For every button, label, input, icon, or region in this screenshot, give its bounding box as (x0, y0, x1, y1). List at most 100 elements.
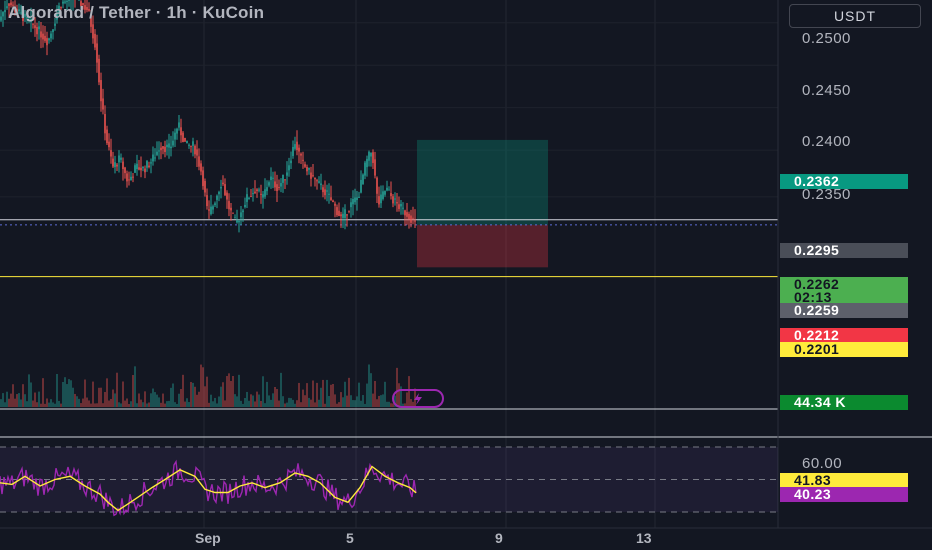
volume-bar (296, 400, 298, 407)
candle-body (68, 0, 70, 1)
candle-body (320, 183, 322, 186)
volume-bar (254, 401, 256, 407)
volume-bar (12, 384, 14, 407)
candle-body (44, 35, 46, 41)
volume-bar (76, 396, 78, 407)
volume-bar (230, 380, 232, 407)
volume-bar (78, 398, 80, 407)
rsi-level-tick: 60.00 (802, 455, 843, 472)
volume-bar (362, 395, 364, 407)
candle-body (294, 144, 296, 149)
volume-bar (282, 396, 284, 407)
volume-bar (110, 398, 112, 407)
candle-body (398, 204, 400, 209)
candle-body (92, 24, 94, 39)
candle-body (106, 129, 108, 144)
candle-body (52, 29, 54, 33)
volume-bar (92, 381, 94, 407)
candle-body (188, 144, 190, 146)
volume-bar (6, 391, 8, 407)
volume-bar (62, 381, 64, 407)
candle-body (258, 189, 260, 191)
volume-bar (96, 403, 98, 407)
candle-body (314, 177, 316, 180)
volume-bar (146, 403, 148, 407)
volume-bar (26, 401, 28, 407)
volume-bar (360, 400, 362, 407)
candle-body (228, 201, 230, 210)
candle-body (386, 187, 388, 191)
volume-bar (314, 402, 316, 407)
volume-bar (52, 402, 54, 407)
candle-body (54, 23, 56, 26)
volume-bar (14, 398, 16, 407)
candle-body (222, 182, 224, 185)
volume-bar (252, 395, 254, 407)
volume-bar (312, 380, 314, 407)
candle-body (292, 147, 294, 156)
candle-body (46, 38, 48, 46)
chart-canvas[interactable] (0, 0, 932, 550)
volume-bar (204, 386, 206, 407)
volume-bar (188, 402, 190, 407)
volume-bar (40, 403, 42, 407)
candle-body (232, 212, 234, 214)
volume-bar (266, 381, 268, 407)
candle-body (234, 217, 236, 219)
time-label-5: 5 (346, 530, 354, 546)
candle-body (38, 26, 40, 30)
candle-body (274, 181, 276, 188)
volume-bar (340, 392, 342, 407)
volume-bar (182, 374, 184, 407)
volume-bar (180, 388, 182, 407)
volume-bar (112, 389, 114, 407)
candle-body (4, 10, 6, 13)
currency-button[interactable]: USDT (789, 4, 921, 28)
long-position-target-zone (417, 139, 548, 225)
volume-bar (152, 388, 154, 407)
candle-body (408, 213, 410, 220)
volume-bar (158, 397, 160, 407)
volume-bar (232, 375, 234, 407)
volume-bar (104, 392, 106, 407)
candle-body (50, 33, 52, 39)
volume-bar (74, 393, 76, 407)
candle-body (286, 172, 288, 176)
candle-body (134, 165, 136, 173)
candle-body (396, 202, 398, 204)
volume-bar (44, 403, 46, 407)
volume-bar (80, 403, 82, 407)
volume-bar (234, 394, 236, 407)
volume-bar (222, 382, 224, 407)
candle-body (358, 196, 360, 198)
candle-body (240, 212, 242, 218)
candle-body (236, 220, 238, 223)
candle-body (378, 196, 380, 205)
volume-bar (64, 377, 66, 407)
volume-bar (132, 375, 134, 407)
volume-bar (370, 373, 372, 407)
candle-body (328, 193, 330, 195)
volume-bar (306, 383, 308, 407)
volume-bar (342, 397, 344, 407)
candle-body (302, 159, 304, 161)
volume-bar (0, 399, 2, 407)
candle-body (172, 140, 174, 146)
volume-bar (264, 403, 266, 407)
lightning-icon[interactable] (392, 389, 444, 408)
volume-bar (352, 400, 354, 407)
candle-body (230, 207, 232, 211)
volume-bar (174, 402, 176, 407)
candle-body (350, 202, 352, 208)
volume-bar (82, 398, 84, 407)
volume-bar (48, 402, 50, 407)
candle-body (122, 161, 124, 170)
candle-body (226, 192, 228, 200)
candle-body (204, 180, 206, 193)
volume-bar (102, 403, 104, 407)
candle-body (158, 150, 160, 152)
price-tick: 0.2500 (802, 30, 851, 47)
candle-body (252, 193, 254, 195)
candle-body (332, 200, 334, 203)
candle-body (0, 16, 2, 21)
